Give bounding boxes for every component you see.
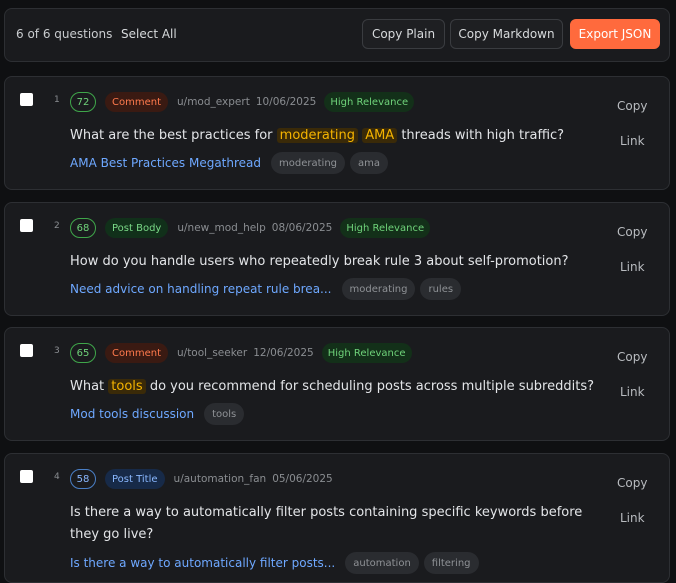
select-checkbox[interactable] — [20, 219, 33, 232]
link-button[interactable]: Link — [620, 134, 645, 148]
export-json-button[interactable]: Export JSON — [570, 19, 660, 49]
author: u/new_mod_help — [177, 222, 266, 234]
select-checkbox[interactable] — [20, 93, 33, 106]
select-all-button[interactable]: Select All — [121, 27, 177, 41]
thread-link[interactable]: Need advice on handling repeat rule brea… — [70, 282, 332, 296]
tag: automation — [345, 552, 419, 574]
thread-row: Need advice on handling repeat rule brea… — [70, 278, 466, 300]
relevance-badge: High Relevance — [321, 343, 412, 363]
score-badge: 68 — [70, 218, 96, 238]
keyword-highlight: tools — [108, 379, 146, 394]
question-text: What tools do you recommend for scheduli… — [70, 376, 600, 398]
tag: ama — [350, 152, 388, 174]
copy-button[interactable]: Copy — [617, 99, 647, 113]
type-badge: Comment — [105, 343, 168, 363]
question-card: 1 72 Comment u/mod_expert 10/06/2025 Hig… — [4, 76, 670, 190]
thread-row: Mod tools discussion tools — [70, 403, 249, 425]
question-text-part: What — [70, 379, 109, 394]
keyword-highlight: moderating — [276, 128, 359, 143]
select-checkbox[interactable] — [20, 470, 33, 483]
score-badge: 65 — [70, 343, 96, 363]
relevance-badge: High Relevance — [324, 92, 415, 112]
link-button[interactable]: Link — [620, 385, 645, 399]
thread-link[interactable]: Is there a way to automatically filter p… — [70, 556, 335, 570]
keyword-highlight: AMA — [362, 128, 398, 143]
score-badge: 58 — [70, 469, 96, 489]
copy-markdown-button[interactable]: Copy Markdown — [450, 19, 563, 49]
link-button[interactable]: Link — [620, 260, 645, 274]
author: u/mod_expert — [177, 96, 250, 108]
question-text-part: threads with high traffic? — [397, 128, 565, 143]
thread-link[interactable]: Mod tools discussion — [70, 407, 194, 421]
copy-button[interactable]: Copy — [617, 476, 647, 490]
type-badge: Comment — [105, 92, 168, 112]
copy-button[interactable]: Copy — [617, 225, 647, 239]
copy-plain-button[interactable]: Copy Plain — [362, 19, 445, 49]
score-badge: 72 — [70, 92, 96, 112]
question-meta: 65 Comment u/tool_seeker 12/06/2025 High… — [70, 342, 412, 364]
toolbar: 6 of 6 questions Select All Copy Plain C… — [4, 8, 670, 62]
date: 08/06/2025 — [271, 222, 333, 234]
type-badge: Post Title — [105, 469, 165, 489]
question-text-part: do you recommend for scheduling posts ac… — [145, 379, 594, 394]
question-meta: 58 Post Title u/automation_fan 05/06/202… — [70, 468, 341, 490]
question-count: 6 of 6 questions — [16, 27, 113, 41]
question-card: 3 65 Comment u/tool_seeker 12/06/2025 Hi… — [4, 327, 670, 441]
type-badge: Post Body — [105, 218, 169, 238]
tag: rules — [420, 278, 462, 300]
question-text: Is there a way to automatically filter p… — [70, 505, 583, 542]
question-text: How do you handle users who repeatedly b… — [70, 254, 569, 269]
date: 10/06/2025 — [255, 96, 317, 108]
tag: moderating — [271, 152, 345, 174]
question-index: 2 — [54, 221, 60, 231]
question-meta: 68 Post Body u/new_mod_help 08/06/2025 H… — [70, 217, 431, 239]
date: 12/06/2025 — [253, 347, 314, 359]
relevance-badge: High Relevance — [340, 218, 431, 238]
question-index: 1 — [54, 95, 60, 105]
copy-button[interactable]: Copy — [617, 350, 647, 364]
select-checkbox[interactable] — [20, 344, 33, 357]
thread-link[interactable]: AMA Best Practices Megathread — [70, 156, 261, 170]
date: 05/06/2025 — [272, 473, 333, 485]
question-text: What are the best practices for moderati… — [70, 125, 600, 147]
question-card: 4 58 Post Title u/automation_fan 05/06/2… — [4, 453, 670, 583]
question-index: 4 — [54, 472, 60, 482]
thread-row: Is there a way to automatically filter p… — [70, 552, 484, 574]
author: u/tool_seeker — [177, 347, 248, 359]
question-meta: 72 Comment u/mod_expert 10/06/2025 High … — [70, 91, 415, 113]
tag: moderating — [341, 278, 416, 300]
author: u/automation_fan — [173, 473, 267, 485]
link-button[interactable]: Link — [620, 511, 645, 525]
tag: tools — [204, 403, 245, 425]
question-text-part: What are the best practices for — [70, 128, 277, 143]
tag: filtering — [423, 552, 479, 574]
thread-row: AMA Best Practices Megathread moderating… — [70, 152, 393, 174]
question-card: 2 68 Post Body u/new_mod_help 08/06/2025… — [4, 202, 670, 316]
question-index: 3 — [54, 346, 60, 356]
